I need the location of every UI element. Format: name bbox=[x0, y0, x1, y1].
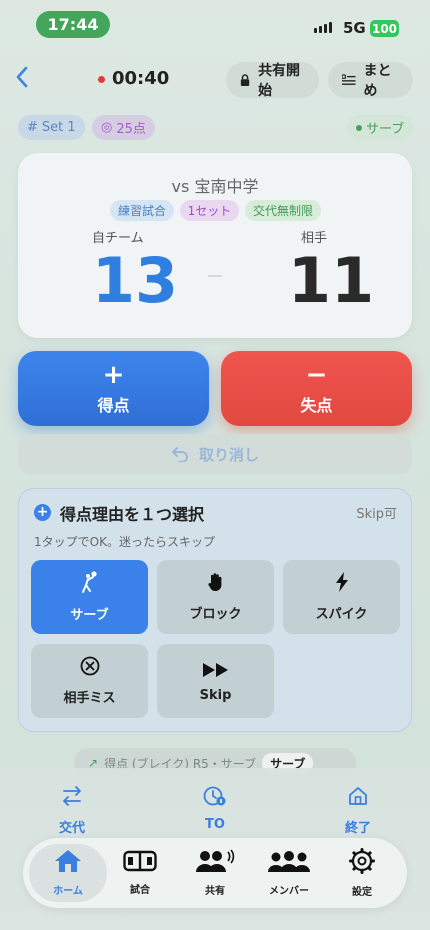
skip-note: Skip可 bbox=[356, 507, 397, 522]
tab-home-label: ホーム bbox=[53, 886, 83, 897]
serve-chip: サーブ bbox=[347, 115, 414, 140]
share-start-button[interactable]: 共有開始 bbox=[226, 62, 319, 99]
serve-dot bbox=[356, 124, 362, 131]
score-button[interactable]: + 得点 bbox=[18, 351, 209, 426]
reason-skip-label: Skip bbox=[199, 687, 232, 703]
loss-button-label: 失点 bbox=[300, 395, 333, 415]
court-icon bbox=[123, 850, 157, 878]
lock-icon bbox=[240, 73, 250, 86]
points-label: 25点 bbox=[116, 122, 146, 137]
opp-score: 11 bbox=[287, 244, 375, 317]
hash-icon: # bbox=[27, 120, 38, 135]
share-people-icon bbox=[195, 849, 235, 879]
reason-subtitle: 1タップでOK。迷ったらスキップ bbox=[34, 535, 215, 549]
tab-share-label: 共有 bbox=[205, 886, 225, 897]
score-button-label: 得点 bbox=[97, 395, 130, 415]
reason-panel: + 得点理由を１つ選択 Skip可 1タップでOK。迷ったらスキップ サーブ ブ… bbox=[18, 488, 412, 732]
substitution-label: 交代 bbox=[58, 821, 85, 836]
tab-bar: ホーム 試合 共有 メンバー 設定 bbox=[23, 838, 407, 908]
opponent-name: vs 宝南中学 bbox=[171, 177, 259, 196]
score-card: vs 宝南中学 練習試合 1セット 交代無制限 自チーム 相手 13 11 bbox=[18, 153, 412, 338]
members-icon bbox=[266, 849, 312, 879]
share-start-label: 共有開始 bbox=[258, 63, 301, 99]
reason-opp-miss-label: 相手ミス bbox=[63, 691, 116, 706]
tag-subs: 交代無制限 bbox=[245, 200, 321, 221]
undo-button[interactable]: 取り消し bbox=[18, 434, 412, 474]
network-label: 5G bbox=[343, 19, 366, 37]
end-match-label: 終了 bbox=[344, 821, 371, 836]
score-divider bbox=[208, 275, 222, 277]
tab-settings-label: 設定 bbox=[352, 887, 372, 898]
reason-spike-button[interactable]: スパイク bbox=[283, 560, 400, 634]
reason-title: 得点理由を１つ選択 bbox=[60, 505, 205, 524]
match-timer: 00:40 bbox=[112, 68, 170, 89]
reason-skip-button[interactable]: Skip bbox=[157, 644, 274, 718]
tag-practice: 練習試合 bbox=[110, 200, 174, 221]
swap-icon bbox=[61, 785, 83, 813]
substitution-button[interactable]: 交代 bbox=[52, 785, 92, 836]
reason-spike-label: スパイク bbox=[315, 607, 368, 622]
x-circle-icon bbox=[80, 656, 100, 679]
summary-button[interactable]: まとめ bbox=[328, 62, 413, 99]
home-icon bbox=[54, 849, 82, 879]
minus-icon: − bbox=[305, 359, 328, 390]
plus-circle-icon: + bbox=[34, 504, 51, 521]
list-icon bbox=[342, 74, 356, 85]
status-time: 17:44 bbox=[36, 11, 110, 38]
tab-match-label: 試合 bbox=[130, 885, 150, 896]
reason-serve-button[interactable]: サーブ bbox=[31, 560, 148, 634]
timeout-icon bbox=[203, 785, 227, 813]
points-chip[interactable]: ◎ 25点 bbox=[92, 115, 155, 140]
target-icon: ◎ bbox=[101, 120, 113, 135]
reason-opp-miss-button[interactable]: 相手ミス bbox=[31, 644, 148, 718]
recording-dot bbox=[98, 76, 105, 83]
gear-icon bbox=[349, 848, 375, 880]
reason-block-label: ブロック bbox=[189, 607, 242, 622]
tab-settings[interactable]: 設定 bbox=[323, 844, 401, 902]
set-label: Set 1 bbox=[41, 120, 76, 135]
set-chip[interactable]: # Set 1 bbox=[18, 115, 85, 140]
timeout-label: TO bbox=[205, 817, 225, 832]
tab-match[interactable]: 試合 bbox=[101, 844, 179, 902]
reason-serve-label: サーブ bbox=[70, 608, 109, 623]
tab-members-label: メンバー bbox=[269, 886, 309, 897]
home-score: 13 bbox=[91, 244, 179, 317]
reason-block-button[interactable]: ブロック bbox=[157, 560, 274, 634]
hand-icon bbox=[207, 572, 225, 595]
home-end-icon bbox=[347, 785, 369, 813]
serve-label: サーブ bbox=[366, 122, 405, 137]
summary-label: まとめ bbox=[363, 63, 392, 99]
undo-label: 取り消し bbox=[198, 445, 259, 464]
back-button[interactable] bbox=[15, 66, 35, 92]
timeout-button[interactable]: TO bbox=[195, 785, 235, 832]
tag-sets: 1セット bbox=[180, 200, 239, 221]
plus-icon: + bbox=[102, 359, 125, 390]
fast-forward-icon bbox=[202, 660, 229, 680]
battery-icon: 100 bbox=[370, 20, 399, 37]
end-match-button[interactable]: 終了 bbox=[338, 785, 378, 836]
signal-icon bbox=[314, 22, 332, 33]
serve-icon bbox=[80, 571, 100, 596]
bolt-icon bbox=[335, 572, 349, 595]
undo-icon bbox=[171, 447, 188, 462]
chevron-left-icon bbox=[16, 66, 28, 88]
loss-button[interactable]: − 失点 bbox=[221, 351, 412, 426]
tab-share[interactable]: 共有 bbox=[176, 844, 254, 902]
tab-members[interactable]: メンバー bbox=[250, 844, 328, 902]
tab-home[interactable]: ホーム bbox=[29, 844, 107, 902]
